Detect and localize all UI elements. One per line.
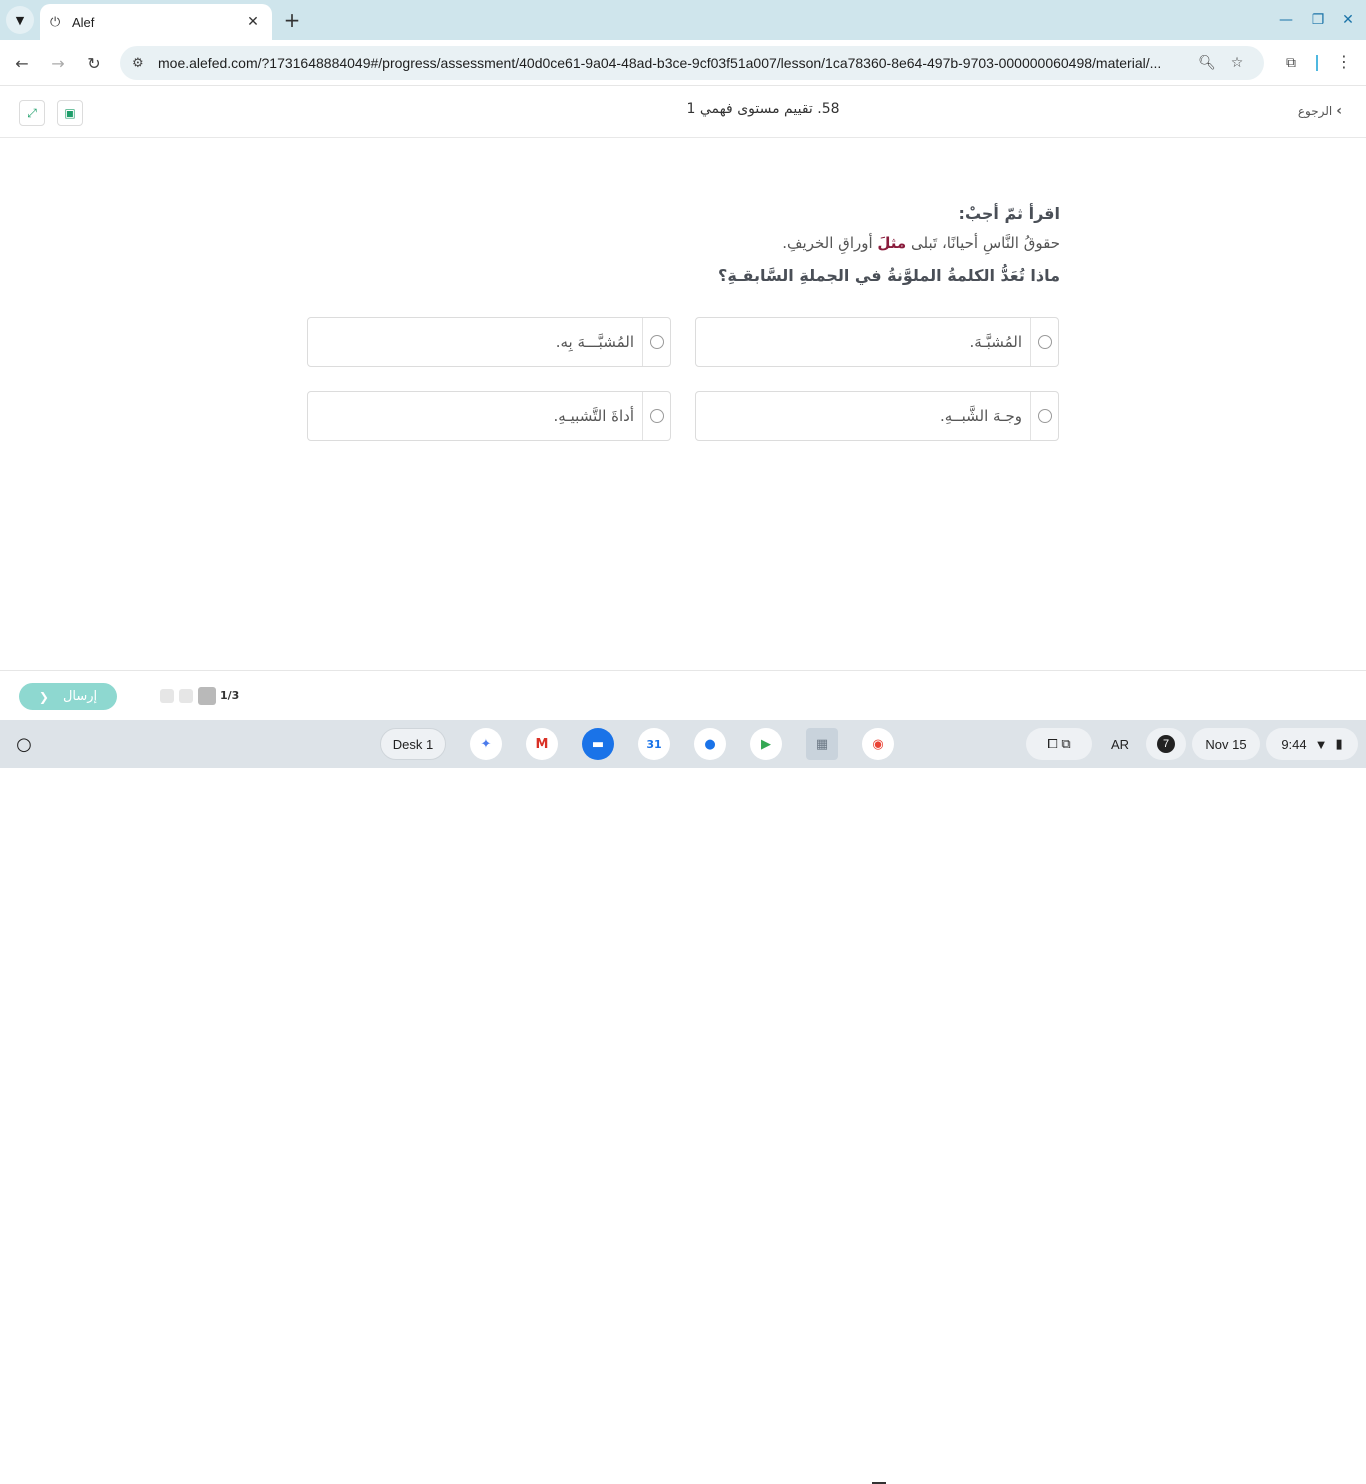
- answer-option-3[interactable]: وجـهَ الشَّبــهِ.: [695, 391, 1059, 441]
- question-sentence: حقوقُ النَّاسِ أحيانًا، تَبلى مثلَ أوراق…: [300, 234, 1060, 266]
- radio-button[interactable]: [1037, 335, 1052, 349]
- launcher-icon[interactable]: ○: [12, 732, 36, 756]
- favicon-icon: ⏻: [50, 14, 61, 30]
- resource-button[interactable]: ▣: [57, 100, 83, 126]
- tray-apps[interactable]: ⧠ ⧉: [1026, 728, 1092, 760]
- new-tab-button[interactable]: +: [280, 8, 304, 32]
- chevron-left-icon: ❮: [38, 689, 49, 704]
- radio-cell[interactable]: [1030, 318, 1058, 366]
- chat-icon[interactable]: ●: [694, 728, 726, 760]
- restore-icon: ❐: [1311, 12, 1325, 28]
- submit-label: إرسال: [62, 689, 98, 704]
- play-store-icon[interactable]: ▶: [750, 728, 782, 760]
- reload-icon: ↻: [87, 53, 101, 73]
- sentence-before: حقوقُ النَّاسِ أحيانًا، تَبلى: [906, 234, 1060, 252]
- tab-title: Alef: [72, 14, 95, 30]
- close-icon[interactable]: ✕: [244, 14, 262, 30]
- question-instruction: اقرأ ثمّ أجبْ:: [958, 204, 1060, 223]
- back-link[interactable]: › الرجوع: [1298, 103, 1342, 119]
- bookmark-star-icon[interactable]: ☆: [1222, 55, 1252, 71]
- language-indicator[interactable]: AR: [1098, 728, 1142, 760]
- answer-option-1[interactable]: المُشبَّـهَ.: [695, 317, 1059, 367]
- gmail-icon[interactable]: M: [526, 728, 558, 760]
- page-count: 1/3: [220, 689, 240, 702]
- arrow-right-icon: →: [51, 53, 65, 73]
- radio-cell[interactable]: [642, 318, 670, 366]
- forward-button[interactable]: →: [46, 51, 70, 75]
- radio-button[interactable]: [1037, 409, 1052, 423]
- chevron-right-icon: ›: [1336, 103, 1342, 119]
- chrome-icon[interactable]: ◉: [862, 728, 894, 760]
- url-text[interactable]: moe.alefed.com/?1731648884049#/progress/…: [154, 55, 1192, 71]
- page-indicator-3[interactable]: [160, 689, 174, 703]
- highlighted-word: مثلَ: [877, 234, 907, 252]
- question-prompt: ماذا تُعَدُّ الكلمةُ الملوَّنةُ في الجمل…: [718, 266, 1060, 285]
- browser-toolbar: ← → ↻ ⚙ moe.alefed.com/?1731648884049#/p…: [0, 40, 1366, 86]
- system-shelf: ○ Desk 1 ✦ M ▬ 31 ● ▶ ▦ ◉ ⧠ ⧉ AR 7 Nov 1…: [0, 720, 1366, 1484]
- chevron-down-icon: ▼: [15, 13, 25, 27]
- screenshot-icon: ⧠ ⧉: [1047, 736, 1071, 751]
- calendar-icon[interactable]: 31: [638, 728, 670, 760]
- files-icon[interactable]: ▬: [582, 728, 614, 760]
- browser-tab[interactable]: ⏻ Alef ✕: [40, 4, 272, 40]
- clock: 9:44: [1281, 736, 1307, 752]
- gemini-icon[interactable]: ✦: [470, 728, 502, 760]
- assessment-footer: إرسال ❮ 1/3: [0, 670, 1366, 720]
- url-host: moe.alefed.com: [158, 55, 258, 71]
- menu-icon[interactable]: ⋮: [1336, 52, 1352, 71]
- url-path: /?1731648884049#/progress/assessment/40d…: [257, 55, 1162, 71]
- desk-button[interactable]: Desk 1: [380, 728, 446, 760]
- radio-button[interactable]: [649, 409, 664, 423]
- lesson-title: 58. تقييم مستوى فهمي 1: [686, 101, 840, 117]
- plus-icon: +: [283, 8, 301, 32]
- notification-button[interactable]: 7: [1146, 728, 1186, 760]
- status-area[interactable]: 9:44 ▼ ▮: [1266, 728, 1358, 760]
- restore-button[interactable]: ❐: [1306, 8, 1330, 32]
- back-label: الرجوع: [1297, 104, 1333, 118]
- lesson-header: ⤢ ▣ 58. تقييم مستوى فهمي 1 › الرجوع: [0, 87, 1366, 138]
- option-label: المُشبَّـــهَ بِه.: [555, 333, 634, 351]
- expand-icon: ⤢: [27, 105, 37, 120]
- app-icon[interactable]: ▦: [806, 728, 838, 760]
- notification-count: 7: [1157, 735, 1175, 753]
- page-indicator-1[interactable]: [198, 687, 216, 705]
- radio-button[interactable]: [649, 335, 664, 349]
- question-block: اقرأ ثمّ أجبْ: حقوقُ النَّاسِ أحيانًا، ت…: [300, 204, 1060, 285]
- reload-button[interactable]: ↻: [82, 51, 106, 75]
- fullscreen-button[interactable]: ⤢: [19, 100, 45, 126]
- tab-strip: ▼ ⏻ Alef ✕ + — ❐ ✕: [0, 0, 1366, 40]
- answer-option-4[interactable]: أداةَ التَّشبيـهِ.: [307, 391, 671, 441]
- book-icon: ▣: [64, 106, 76, 120]
- address-bar[interactable]: ⚙ moe.alefed.com/?1731648884049#/progres…: [120, 46, 1264, 80]
- close-window-button[interactable]: ✕: [1336, 8, 1360, 32]
- close-icon: ✕: [1342, 12, 1354, 28]
- arrow-left-icon: ←: [15, 53, 29, 73]
- radio-cell[interactable]: [1030, 392, 1058, 440]
- tab-search-button[interactable]: ▼: [6, 6, 34, 34]
- answer-option-2[interactable]: المُشبَّـــهَ بِه.: [307, 317, 671, 367]
- toolbar-divider: [1316, 55, 1318, 71]
- wifi-icon: ▼: [1314, 736, 1328, 752]
- back-button[interactable]: ←: [10, 51, 34, 75]
- battery-icon: ▮: [1335, 736, 1343, 751]
- option-label: أداةَ التَّشبيـهِ.: [553, 407, 634, 425]
- zoom-icon[interactable]: 🔍︎: [1192, 55, 1222, 71]
- site-settings-icon[interactable]: ⚙: [132, 56, 154, 71]
- option-label: وجـهَ الشَّبــهِ.: [940, 407, 1022, 425]
- option-label: المُشبَّـهَ.: [969, 333, 1022, 351]
- page-indicator-2[interactable]: [179, 689, 193, 703]
- minimize-icon: —: [1279, 12, 1293, 28]
- radio-cell[interactable]: [642, 392, 670, 440]
- minimize-button[interactable]: —: [1274, 8, 1298, 32]
- date-chip[interactable]: Nov 15: [1192, 728, 1260, 760]
- extensions-icon[interactable]: ⧉: [1280, 52, 1302, 74]
- sentence-after: أوراقِ الخريفِ.: [782, 234, 878, 252]
- submit-button[interactable]: إرسال ❮: [19, 683, 117, 710]
